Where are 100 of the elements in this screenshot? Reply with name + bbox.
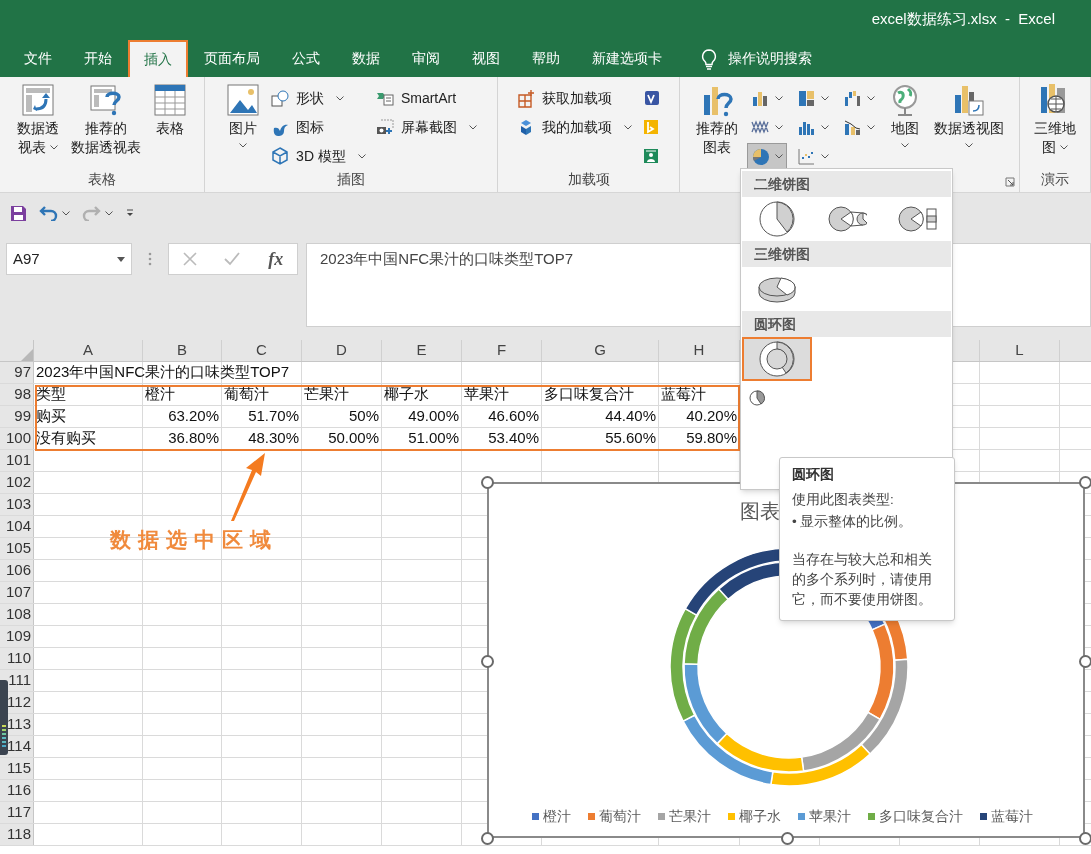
ribbon-button[interactable]: 屏幕截图	[373, 114, 479, 140]
chart-type-button[interactable]	[746, 143, 787, 169]
name-box[interactable]: A97	[6, 243, 132, 275]
group-label: 加载项	[567, 171, 610, 187]
table-cell-text: 50.00%	[328, 428, 379, 449]
ribbon-button[interactable]: 三维地 图	[1031, 83, 1079, 157]
save-icon	[10, 204, 27, 222]
window-title: excel数据练习.xlsx - Excel	[871, 8, 1055, 29]
column-header[interactable]: B	[177, 340, 187, 362]
ribbon-button[interactable]: 我的加载项	[514, 114, 634, 140]
row-header[interactable]: 99	[0, 406, 34, 427]
column-header[interactable]: L	[1015, 340, 1024, 362]
row-header[interactable]: 116	[0, 780, 34, 801]
row-header[interactable]: 103	[0, 494, 34, 515]
table-cell-text: 购买	[36, 406, 66, 427]
row-header[interactable]: 98	[0, 384, 34, 405]
small-pie-icon	[749, 390, 765, 406]
ribbon-button[interactable]: 数据透视图	[930, 83, 1007, 152]
row-header[interactable]: 105	[0, 538, 34, 559]
ribbon-button[interactable]: 3D 模型	[269, 143, 368, 169]
row-header[interactable]: 110	[0, 648, 34, 669]
row-header[interactable]: 106	[0, 560, 34, 581]
donut-segment[interactable]	[683, 588, 729, 665]
row-header[interactable]: 101	[0, 450, 34, 471]
ribbon-tab[interactable]: 页面布局	[188, 40, 276, 77]
tooltip-text: 使用此图表类型:	[792, 491, 895, 509]
app-tile-icon	[641, 117, 661, 137]
column-header[interactable]: E	[416, 340, 427, 362]
ribbon-button[interactable]: 推荐的 图表	[692, 83, 741, 157]
tooltip-title: 圆环图	[792, 465, 835, 484]
table-cell-text: 48.30%	[248, 428, 299, 449]
column-header[interactable]: F	[496, 340, 507, 362]
row-header[interactable]: 109	[0, 626, 34, 647]
dialog-launcher-icon	[1005, 177, 1015, 187]
menu-section-title: 二维饼图	[754, 174, 810, 194]
cube-icon	[271, 146, 291, 166]
resize-handle[interactable]	[481, 832, 494, 845]
column-header[interactable]: A	[83, 340, 93, 362]
ribbon-tab[interactable]: 公式	[276, 40, 336, 77]
ribbon-button[interactable]: 推荐的 数据透视表	[68, 83, 144, 157]
ribbon-button[interactable]: 数据透 视表	[14, 83, 62, 157]
legend-label: 葡萄汁	[599, 807, 641, 826]
row-header[interactable]: 107	[0, 582, 34, 603]
column-header[interactable]: D	[336, 340, 347, 362]
ribbon-tab[interactable]: 文件	[8, 40, 68, 77]
lightbulb-icon	[700, 47, 718, 70]
column-header[interactable]: C	[256, 340, 267, 362]
legend-label: 蓝莓汁	[991, 807, 1033, 826]
tell-me-search[interactable]: 操作说明搜索	[728, 48, 812, 69]
row-header[interactable]: 104	[0, 516, 34, 537]
tooltip-text: 当存在与较大总和相关的多个系列时，请使用它，而不要使用饼图。	[792, 551, 933, 609]
ribbon-tab[interactable]: 帮助	[516, 40, 576, 77]
ribbon-tab[interactable]: 插入	[128, 40, 188, 77]
column-header[interactable]: G	[594, 340, 606, 362]
menu-section-title: 三维饼图	[754, 244, 810, 264]
resize-handle[interactable]	[1079, 476, 1091, 489]
group-label: 演示	[1041, 171, 1069, 187]
ribbon-tab[interactable]: 视图	[456, 40, 516, 77]
table-cell-text: 没有购买	[36, 428, 96, 449]
row-header[interactable]: 117	[0, 802, 34, 823]
ribbon-tab[interactable]: 数据	[336, 40, 396, 77]
column-header[interactable]: H	[693, 340, 705, 362]
table-cell-text: 51.70%	[248, 406, 299, 427]
table-icon	[153, 83, 187, 117]
row-header[interactable]: 97	[0, 362, 34, 383]
resize-handle[interactable]	[481, 476, 494, 489]
ribbon-button[interactable]: 图标	[269, 114, 368, 140]
quick-access-button[interactable]	[39, 205, 70, 221]
ribbon-tab[interactable]: 开始	[68, 40, 128, 77]
picture-icon	[226, 83, 261, 117]
table-cell-text: 49.00%	[408, 406, 459, 427]
table-cell-text: 51.00%	[408, 428, 459, 449]
row-header[interactable]: 108	[0, 604, 34, 625]
quick-access-button[interactable]	[125, 208, 135, 218]
grid-plus-icon	[516, 88, 536, 108]
row-header[interactable]: 102	[0, 472, 34, 493]
row-header[interactable]: 115	[0, 758, 34, 779]
ribbon-button[interactable]: 形状	[269, 85, 368, 111]
group-label: 插图	[337, 171, 365, 187]
row-header[interactable]: 100	[0, 428, 34, 449]
ribbon-button[interactable]: SmartArt	[373, 85, 479, 111]
ribbon-button[interactable]: 表格	[150, 83, 190, 138]
chart-type-option[interactable]	[742, 337, 812, 381]
ribbon-tab[interactable]: 新建选项卡	[576, 40, 678, 77]
pivot-table-icon	[21, 83, 55, 117]
ribbon-tab[interactable]: 审阅	[396, 40, 456, 77]
resize-handle[interactable]	[1079, 832, 1091, 845]
table-cell-text: 芒果汁	[304, 384, 349, 405]
legend-label: 多口味复合汁	[879, 807, 963, 826]
table-cell-text: 类型	[36, 384, 66, 405]
ribbon-button[interactable]: 图片	[223, 83, 264, 152]
ribbon-button[interactable]: 地图	[884, 83, 925, 152]
tooltip-text: • 显示整体的比例。	[792, 513, 914, 531]
table-cell-text: 橙汁	[145, 384, 175, 405]
quick-access-button[interactable]	[10, 204, 27, 222]
ribbon-button[interactable]: 获取加载项	[514, 85, 634, 111]
table-cell-text: 46.60%	[488, 406, 539, 427]
insert-function-button[interactable]: fx	[268, 245, 284, 273]
chart-title[interactable]: 图表	[740, 496, 780, 526]
row-header[interactable]: 118	[0, 824, 34, 845]
